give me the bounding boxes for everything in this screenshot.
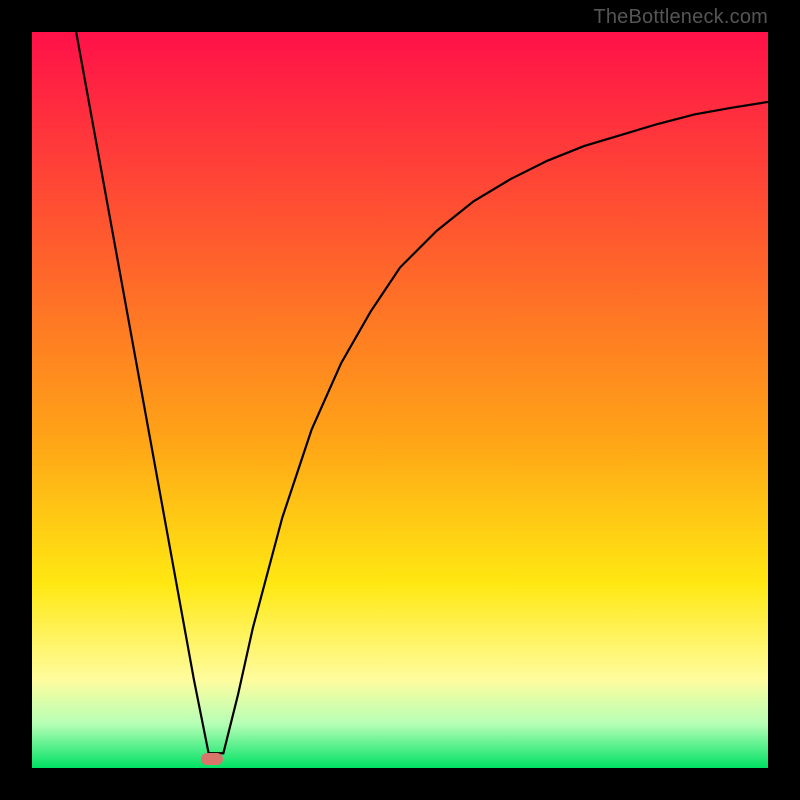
optimal-marker — [201, 753, 223, 765]
bottleneck-curve — [32, 32, 768, 768]
chart-frame: TheBottleneck.com — [0, 0, 800, 800]
curve-path — [76, 32, 768, 753]
watermark-text: TheBottleneck.com — [593, 6, 768, 29]
plot-area — [32, 32, 768, 768]
